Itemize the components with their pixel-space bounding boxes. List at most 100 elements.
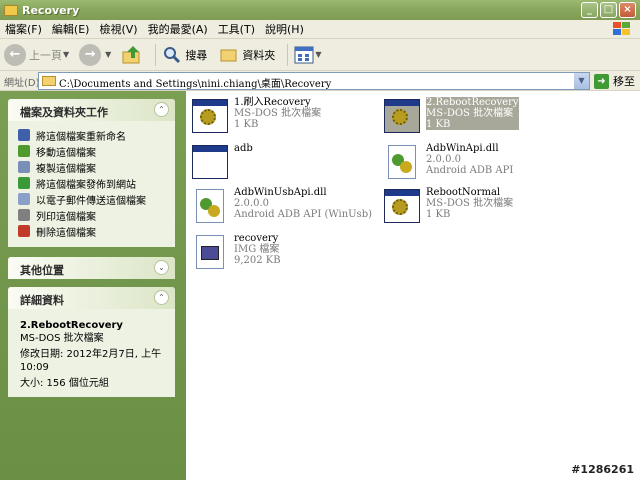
menu-help[interactable]: 說明(H)	[260, 21, 309, 37]
file-list-area[interactable]: 1.刷入Recovery MS-DOS 批次檔案 1 KB 2.RebootRecov…	[186, 91, 640, 480]
chevron-down-icon: ▼	[105, 50, 112, 59]
task-item[interactable]: 移動這個檔案	[18, 143, 175, 159]
up-folder-button[interactable]	[121, 44, 143, 66]
forward-arrow-icon: →	[79, 43, 102, 66]
address-bar: 網址(D) C:\Documents and Settings\nini.chi…	[0, 71, 640, 91]
views-button[interactable]: ▼	[294, 46, 325, 64]
file-item[interactable]: adb	[190, 143, 380, 183]
task-item[interactable]: 將這個檔案發佈到網站	[18, 175, 175, 191]
go-arrow-icon: ➜	[594, 73, 609, 89]
batch-file-icon	[382, 97, 422, 137]
details-size: 大小: 156 個位元組	[20, 378, 109, 389]
address-path: C:\Documents and Settings\nini.chiang\桌面…	[59, 79, 332, 90]
forward-button[interactable]: → ▼	[79, 43, 115, 66]
folders-button[interactable]: 資料夾	[219, 45, 275, 65]
file-info-line: Android ADB API (WinUsb)	[234, 209, 372, 220]
search-button[interactable]: 搜尋	[162, 45, 207, 65]
file-tasks-title: 檔案及資料夾工作	[20, 106, 108, 119]
maximize-button[interactable]: □	[600, 2, 617, 18]
collapse-icon[interactable]: ⌃	[154, 290, 169, 305]
search-icon	[164, 46, 181, 63]
menu-edit[interactable]: 編輯(E)	[47, 21, 95, 37]
chevron-down-icon: ▼	[315, 50, 322, 59]
task-icon	[18, 161, 30, 173]
task-icon	[18, 177, 30, 189]
file-item[interactable]: 1.刷入Recovery MS-DOS 批次檔案 1 KB	[190, 97, 380, 137]
file-info-line: Android ADB API	[426, 165, 514, 176]
toolbar: ← 上一頁 ▼ → ▼ 搜尋 資料夾 ▼	[0, 39, 640, 71]
task-label: 列印這個檔案	[36, 211, 96, 223]
task-icon	[18, 209, 30, 221]
back-button[interactable]: ← 上一頁 ▼	[4, 43, 73, 66]
task-label: 將這個檔案發佈到網站	[36, 179, 136, 191]
up-folder-icon	[122, 45, 140, 63]
windows-logo-icon	[613, 22, 630, 35]
file-item[interactable]: AdbWinUsbApi.dll 2.0.0.0 Android ADB API (…	[190, 187, 380, 227]
application-icon	[190, 143, 230, 183]
file-info-line: 1 KB	[426, 209, 451, 220]
task-label: 刪除這個檔案	[36, 227, 96, 239]
folders-label: 資料夾	[242, 48, 276, 62]
collapse-icon[interactable]: ⌃	[154, 102, 169, 117]
views-icon	[294, 46, 314, 63]
other-places-panel: 其他位置 ⌄	[8, 257, 175, 279]
menu-favorites[interactable]: 我的最愛(A)	[143, 21, 213, 37]
file-info-line: 2.0.0.0	[426, 154, 461, 165]
file-name: recovery	[234, 233, 279, 244]
task-item[interactable]: 刪除這個檔案	[18, 223, 175, 239]
watermark: #1286261	[571, 463, 634, 476]
menu-tools[interactable]: 工具(T)	[213, 21, 260, 37]
task-label: 以電子郵件傳送這個檔案	[36, 195, 146, 207]
search-label: 搜尋	[185, 48, 208, 62]
other-places-header[interactable]: 其他位置 ⌄	[8, 257, 175, 279]
close-button[interactable]: ×	[619, 2, 636, 18]
menu-bar: 檔案(F) 編輯(E) 檢視(V) 我的最愛(A) 工具(T) 說明(H)	[0, 20, 640, 39]
go-button[interactable]: ➜ 移至	[594, 73, 635, 89]
file-text: 2.RebootRecovery MS-DOS 批次檔案 1 KB	[426, 97, 519, 130]
chevron-down-icon: ▼	[63, 50, 70, 59]
task-item[interactable]: 將這個檔案重新命名	[18, 127, 175, 143]
folders-icon	[220, 49, 237, 61]
task-item[interactable]: 複製這個檔案	[18, 159, 175, 175]
file-item[interactable]: RebootNormal MS-DOS 批次檔案 1 KB	[382, 187, 572, 227]
file-info-line: MS-DOS 批次檔案	[426, 108, 514, 119]
task-label: 移動這個檔案	[36, 147, 96, 159]
file-text: AdbWinUsbApi.dll 2.0.0.0 Android ADB API (…	[234, 187, 372, 220]
task-icon	[18, 193, 30, 205]
go-label: 移至	[613, 75, 635, 88]
file-item[interactable]: recovery IMG 檔案 9,202 KB	[190, 233, 380, 273]
batch-file-icon	[190, 97, 230, 137]
menu-file[interactable]: 檔案(F)	[0, 21, 47, 37]
address-label: 網址(D)	[4, 78, 40, 89]
batch-file-icon	[382, 187, 422, 227]
minimize-button[interactable]: _	[581, 2, 598, 18]
task-item[interactable]: 以電子郵件傳送這個檔案	[18, 191, 175, 207]
details-panel: 詳細資料 ⌃ 2.RebootRecovery MS-DOS 批次檔案 修改日期…	[8, 287, 175, 397]
file-info-line: 1 KB	[234, 119, 259, 130]
file-item[interactable]: AdbWinApi.dll 2.0.0.0 Android ADB API	[382, 143, 572, 183]
details-file-name: 2.RebootRecovery	[20, 320, 123, 331]
task-icon	[18, 145, 30, 157]
img-file-icon	[190, 233, 230, 273]
folder-icon	[42, 76, 56, 86]
task-icon	[18, 225, 30, 237]
file-name: AdbWinApi.dll	[426, 143, 499, 154]
details-modified: 修改日期: 2012年2月7日, 上午 10:09	[20, 349, 162, 373]
menu-view[interactable]: 檢視(V)	[94, 21, 142, 37]
file-name: RebootNormal	[426, 187, 501, 198]
task-pane: 檔案及資料夾工作 ⌃ 將這個檔案重新命名移動這個檔案 複製這個檔案將這個檔案發佈到…	[0, 91, 186, 480]
file-text: AdbWinApi.dll 2.0.0.0 Android ADB API	[426, 143, 513, 176]
file-name: 1.刷入Recovery	[234, 97, 311, 108]
address-dropdown-button[interactable]: ▼	[574, 73, 589, 89]
file-item[interactable]: 2.RebootRecovery MS-DOS 批次檔案 1 KB	[382, 97, 572, 137]
task-item[interactable]: 列印這個檔案	[18, 207, 175, 223]
file-text: RebootNormal MS-DOS 批次檔案 1 KB	[426, 187, 513, 220]
details-header[interactable]: 詳細資料 ⌃	[8, 287, 175, 309]
file-info-line: 1 KB	[426, 119, 451, 130]
address-input[interactable]: C:\Documents and Settings\nini.chiang\桌面…	[38, 72, 590, 90]
file-tasks-header[interactable]: 檔案及資料夾工作 ⌃	[8, 99, 175, 121]
folder-icon	[4, 4, 18, 16]
file-tasks-panel: 檔案及資料夾工作 ⌃ 將這個檔案重新命名移動這個檔案 複製這個檔案將這個檔案發佈到…	[8, 99, 175, 247]
details-title: 詳細資料	[20, 294, 64, 307]
expand-icon[interactable]: ⌄	[154, 260, 169, 275]
